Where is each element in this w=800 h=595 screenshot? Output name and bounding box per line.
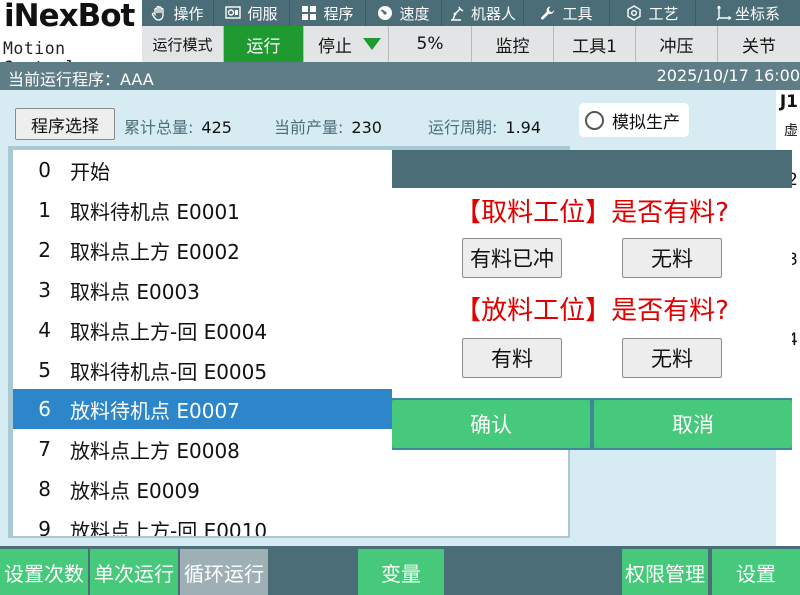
list-item[interactable]: 8 放料点 E0009 (13, 469, 568, 509)
dialog-footer: 确认 取消 (392, 398, 792, 450)
list-item[interactable]: 9 放料点上方-回 E0010 (13, 509, 568, 536)
monitor-button[interactable]: 监控 (472, 26, 554, 62)
menu-tool[interactable]: 工具 (524, 0, 610, 26)
datetime: 2025/10/17 16:00 (656, 66, 800, 85)
pick-no-material-button[interactable]: 无料 (622, 238, 722, 278)
pick-station-question: 【取料工位】是否有料? (455, 198, 729, 228)
current-output: 当前产量: 230 (274, 118, 382, 137)
mode-run-button[interactable]: 运行 (224, 26, 304, 62)
program-select-button[interactable]: 程序选择 (15, 108, 115, 140)
total-count: 累计总量: 425 (124, 118, 232, 137)
permissions-button[interactable]: 权限管理 (622, 549, 708, 595)
speed-gauge-icon (377, 5, 393, 21)
radio-circle[interactable] (585, 110, 604, 130)
place-has-material-button[interactable]: 有料 (462, 338, 562, 378)
simulate-production-radio[interactable]: 模拟生产 (579, 103, 689, 137)
brand-logo: iNexBot Motion Control (0, 0, 142, 77)
wrench-icon (540, 5, 556, 21)
menu-operate[interactable]: 操作 (142, 0, 214, 26)
single-run-button[interactable]: 单次运行 (90, 549, 178, 595)
place-station-question: 【放料工位】是否有料? (455, 296, 729, 326)
coordinate-select[interactable]: 关节 (718, 26, 800, 62)
run-state-dropdown[interactable]: 停止 (304, 26, 389, 62)
menu-speed[interactable]: 速度 (366, 0, 442, 26)
place-no-material-button[interactable]: 无料 (622, 338, 722, 378)
cancel-button[interactable]: 取消 (594, 400, 792, 448)
set-count-button[interactable]: 设置次数 (0, 549, 88, 595)
menu-process[interactable]: 工艺 (610, 0, 696, 26)
settings-button[interactable]: 设置 (712, 549, 800, 595)
servo-icon (225, 5, 242, 21)
variables-button[interactable]: 变量 (358, 549, 444, 595)
hand-icon (151, 5, 167, 21)
pick-has-material-button[interactable]: 有料已冲 (462, 238, 562, 278)
loop-run-button[interactable]: 循环运行 (180, 549, 268, 595)
current-program: 当前运行程序：AAA (8, 70, 154, 89)
chevron-down-icon (362, 37, 382, 51)
process-select[interactable]: 冲压 (636, 26, 718, 62)
menu-coordinate[interactable]: 坐标系 (696, 0, 800, 26)
menu-program[interactable]: 程序 (290, 0, 366, 26)
robot-arm-icon (449, 5, 465, 21)
menu-robot[interactable]: 机器人 (442, 0, 524, 26)
menu-servo[interactable]: 伺服 (214, 0, 290, 26)
program-grid-icon (301, 5, 317, 21)
process-icon (626, 5, 642, 21)
cycle-time: 运行周期: 1.94 (428, 118, 542, 137)
logo-brand: iNexBot (4, 0, 135, 34)
axis-icon (716, 5, 732, 21)
tool-select[interactable]: 工具1 (554, 26, 636, 62)
confirm-button[interactable]: 确认 (392, 400, 590, 448)
main-menu-bar: 操作 伺服 程序 速度 机器人 工具 工艺 坐标系 (142, 0, 800, 26)
mode-label: 运行模式 (142, 26, 224, 62)
program-title-bar: 当前运行程序：AAA 2025/10/17 16:00 (0, 62, 800, 90)
status-bar: 运行模式 运行 停止 5% 监控 工具1 冲压 关节 (142, 26, 800, 62)
speed-value[interactable]: 5% (389, 26, 472, 62)
dialog-header (392, 150, 792, 188)
